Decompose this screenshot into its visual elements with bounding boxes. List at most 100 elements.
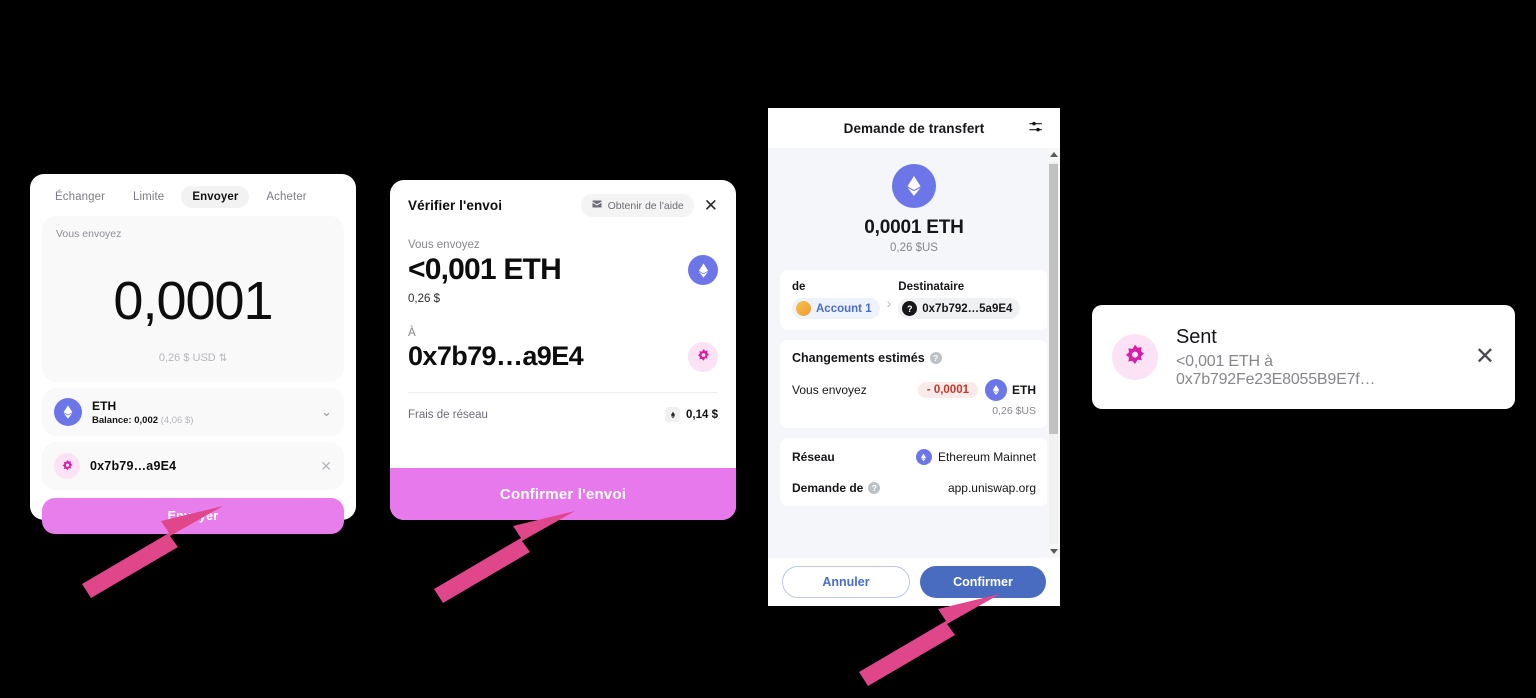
token-balance-amount: Balance: 0,002 <box>92 414 159 426</box>
from-to-card: de Account 1 › Destinataire ? 0x7b792…5a… <box>780 270 1048 330</box>
change-amount: - 0,0001 <box>917 382 978 398</box>
chevron-down-icon[interactable]: ⌄ <box>321 404 332 420</box>
amount-input[interactable]: 0,0001 <box>56 244 330 358</box>
tab-echanger[interactable]: Échanger <box>44 186 116 208</box>
metamask-footer: Annuler Confirmer <box>768 558 1060 606</box>
confirm-button[interactable]: Confirmer <box>920 566 1046 598</box>
to-address: 0x7b792…5a9E4 <box>922 302 1013 315</box>
tab-acheter[interactable]: Acheter <box>255 186 317 208</box>
review-title: Vérifier l'envoi <box>408 198 503 213</box>
unknown-address-icon: ? <box>902 301 918 316</box>
recipient-avatar-icon <box>54 453 80 479</box>
send-button[interactable]: Envoyer <box>42 498 344 534</box>
tab-limite[interactable]: Limite <box>122 186 175 208</box>
change-values: - 0,0001 ETH <box>917 379 1036 401</box>
info-icon[interactable]: ? <box>929 352 942 364</box>
network-row: Réseau Ethereum Mainnet <box>792 449 1036 465</box>
review-amount-section: Vous envoyez <0,001 ETH 0,26 $ <box>408 239 718 305</box>
token-selector-row[interactable]: ETH Balance: 0,002 (4,06 $) ⌄ <box>42 388 344 436</box>
toast-subtitle: <0,001 ETH à 0x7b792Fe23E8055B9E7f… <box>1176 352 1376 388</box>
recipient-row[interactable]: 0x7b79…a9E4 ✕ <box>42 442 344 490</box>
transaction-avatar-icon <box>1112 334 1158 380</box>
review-amount-row: <0,001 ETH <box>408 253 718 287</box>
network-value: Ethereum Mainnet <box>915 449 1036 465</box>
network-label: Réseau <box>792 450 835 464</box>
to-address-pill[interactable]: ? 0x7b792…5a9E4 <box>898 298 1021 319</box>
token-info: ETH Balance: 0,002 (4,06 $) <box>92 399 321 426</box>
to-column: Destinataire ? 0x7b792…5a9E4 <box>898 281 1021 319</box>
review-you-send-label: Vous envoyez <box>408 239 480 251</box>
from-label: de <box>792 281 806 293</box>
divider <box>408 392 718 393</box>
request-from-value: app.uniswap.org <box>947 481 1036 495</box>
estimated-changes-title: Changements estimés ? <box>792 351 1036 365</box>
change-fiat: 0,26 $US <box>992 405 1036 417</box>
get-help-label: Obtenir de l'aide <box>607 199 684 212</box>
annotation-arrow-confirm-send <box>434 511 575 603</box>
transfer-hero: 0,0001 ETH 0,26 $US <box>780 148 1048 260</box>
cancel-button[interactable]: Annuler <box>782 566 910 598</box>
to-label: Destinataire <box>898 281 965 293</box>
clear-recipient-icon[interactable]: ✕ <box>320 458 332 475</box>
network-fee-amount: 0,14 $ <box>686 408 718 421</box>
tab-envoyer[interactable]: Envoyer <box>181 186 250 208</box>
ethereum-icon <box>665 407 681 422</box>
review-to-row: 0x7b79…a9E4 <box>408 341 718 372</box>
token-symbol: ETH <box>92 398 117 413</box>
from-column: de Account 1 <box>792 281 880 319</box>
swap-currency-icon[interactable]: ⇅ <box>219 353 227 364</box>
ethereum-icon <box>985 379 1007 401</box>
transfer-amount: 0,0001 ETH <box>864 217 964 238</box>
request-from-row: Demande de ? app.uniswap.org <box>792 481 1036 495</box>
uniswap-tab-bar: Échanger Limite Envoyer Acheter <box>42 184 344 216</box>
scrollbar-thumb[interactable] <box>1049 164 1058 434</box>
review-send-panel: Vérifier l'envoi Obtenir de l'aide ✕ Vou… <box>390 180 736 520</box>
change-token: ETH <box>985 379 1036 401</box>
metamask-transfer-request-panel: Demande de transfert 0,0001 ETH 0,26 $US <box>768 108 1060 606</box>
from-account-name: Account 1 <box>816 302 872 315</box>
metamask-body: 0,0001 ETH 0,26 $US de Account 1 › Desti… <box>768 148 1060 558</box>
recipient-avatar-icon <box>688 341 718 372</box>
details-card: Réseau Ethereum Mainnet Demande de ? app… <box>780 438 1048 506</box>
info-icon[interactable]: ? <box>868 482 881 494</box>
get-help-button[interactable]: Obtenir de l'aide <box>580 194 694 217</box>
token-balance: Balance: 0,002 (4,06 $) <box>92 415 321 426</box>
change-row: Vous envoyez - 0,0001 ETH <box>792 379 1036 401</box>
mail-icon <box>591 198 603 213</box>
chevron-right-icon: › <box>886 295 892 311</box>
recipient-info: 0x7b79…a9E4 <box>90 459 320 473</box>
confirm-send-button[interactable]: Confirmer l'envoi <box>390 468 736 520</box>
token-balance-fiat: (4,06 $) <box>160 414 194 426</box>
toast-text: Sent <0,001 ETH à 0x7b792Fe23E8055B9E7f… <box>1176 326 1457 389</box>
review-to-address: 0x7b79…a9E4 <box>408 341 584 371</box>
estimated-changes-label: Changements estimés <box>792 351 925 365</box>
metamask-header: Demande de transfert <box>768 108 1060 148</box>
amount-fiat-text: 0,26 $ USD <box>158 352 216 364</box>
scrollbar[interactable] <box>1047 148 1060 558</box>
transfer-amount-fiat: 0,26 $US <box>890 242 938 254</box>
request-from-label: Demande de ? <box>792 481 881 495</box>
change-label: Vous envoyez <box>792 383 867 397</box>
toast-title: Sent <box>1176 325 1217 348</box>
settings-sliders-icon[interactable] <box>1028 119 1044 140</box>
request-from-text: Demande de <box>792 481 864 495</box>
scroll-up-icon[interactable] <box>1050 152 1058 157</box>
close-icon[interactable]: ✕ <box>1475 345 1495 369</box>
close-icon[interactable]: ✕ <box>704 197 718 214</box>
ethereum-icon <box>688 255 718 285</box>
amount-card: Vous envoyez 0,0001 0,26 $ USD ⇅ <box>42 216 344 382</box>
ethereum-icon <box>54 398 82 426</box>
recipient-address: 0x7b79…a9E4 <box>90 459 177 473</box>
ethereum-icon <box>915 449 932 465</box>
review-amount-fiat: 0,26 $ <box>408 293 440 305</box>
amount-fiat-value[interactable]: 0,26 $ USD ⇅ <box>56 352 330 364</box>
from-account-pill[interactable]: Account 1 <box>792 298 880 319</box>
network-name: Ethereum Mainnet <box>937 450 1036 464</box>
scroll-down-icon[interactable] <box>1050 549 1058 554</box>
sent-notification-toast: Sent <0,001 ETH à 0x7b792Fe23E8055B9E7f…… <box>1092 305 1515 409</box>
uniswap-send-panel: Échanger Limite Envoyer Acheter Vous env… <box>30 174 356 534</box>
avatar <box>796 301 811 316</box>
you-send-label: Vous envoyez <box>56 228 122 240</box>
network-fee-value: 0,14 $ <box>665 407 718 422</box>
metamask-title: Demande de transfert <box>843 120 985 136</box>
